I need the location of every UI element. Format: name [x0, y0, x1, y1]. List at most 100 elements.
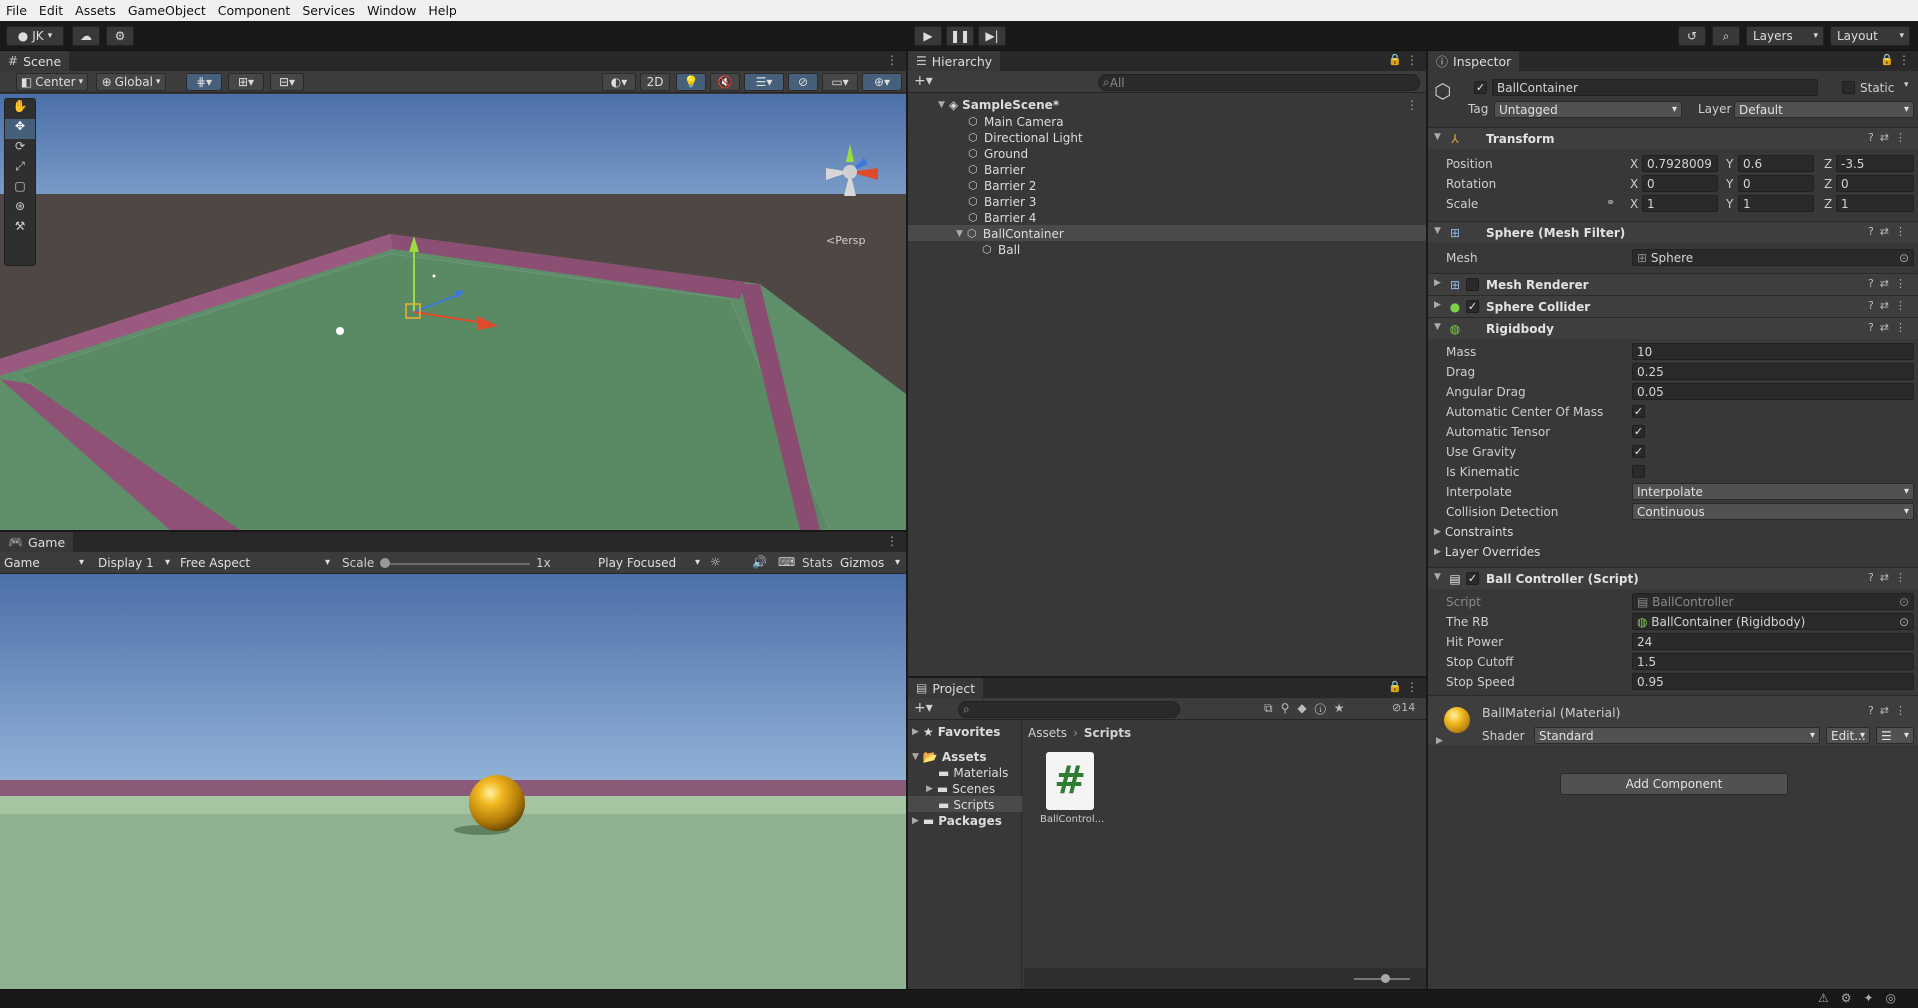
- pause-button[interactable]: ❚❚: [946, 26, 974, 46]
- favorites-item[interactable]: ▶ ★ Favorites: [912, 725, 1000, 739]
- active-checkbox[interactable]: ✓: [1474, 81, 1487, 94]
- lighting-toggle[interactable]: 💡: [676, 73, 706, 91]
- scale-y-input[interactable]: 1: [1738, 195, 1814, 212]
- breadcrumb-scripts[interactable]: Scripts: [1084, 726, 1131, 740]
- scene-viewport[interactable]: <Persp ✋ ✥ ⟳ ⤢ ▢ ⊛ ⚒: [0, 94, 906, 530]
- more-icon[interactable]: ⋮: [1406, 53, 1418, 67]
- scale-slider[interactable]: [384, 563, 530, 565]
- filter-icons[interactable]: ⧉⚲◆ⓘ★: [1264, 701, 1353, 716]
- layer-overrides-foldout[interactable]: ▶ Layer Overrides: [1434, 545, 1540, 559]
- display-dropdown[interactable]: Display 1: [94, 554, 174, 571]
- menu-assets[interactable]: Assets: [69, 3, 122, 18]
- angular-drag-input[interactable]: 0.05: [1632, 383, 1914, 400]
- game-viewport[interactable]: [0, 574, 906, 989]
- hidden-objects-toggle[interactable]: ⊘: [788, 73, 818, 91]
- sphere-collider-header[interactable]: ▶ ● ✓ Sphere Collider ?⇄⋮: [1428, 295, 1918, 317]
- mesh-object-field[interactable]: ⊞ Sphere ⊙: [1632, 249, 1914, 266]
- hierarchy-item-directional-light[interactable]: ⬡ Directional Light: [968, 131, 1083, 145]
- pivot-dropdown[interactable]: ◧ Center ▾: [16, 73, 88, 91]
- audio-toggle[interactable]: 🔇: [710, 73, 740, 91]
- tab-inspector[interactable]: ⓘ Inspector: [1428, 51, 1520, 71]
- position-z-input[interactable]: -3.5: [1836, 155, 1914, 172]
- position-x-input[interactable]: 0.7928009: [1642, 155, 1718, 172]
- rotation-x-input[interactable]: 0: [1642, 175, 1718, 192]
- auto-tensor-checkbox[interactable]: ✓: [1632, 425, 1645, 438]
- layer-dropdown[interactable]: Default: [1734, 101, 1914, 118]
- camera-settings-button[interactable]: ▭▾: [822, 73, 858, 91]
- lock-icon[interactable]: 🔒: [1880, 53, 1894, 66]
- icon-size-slider-handle[interactable]: [1381, 974, 1390, 983]
- status-icons[interactable]: ⚠⚙✦◎: [1818, 991, 1908, 1005]
- stop-speed-input[interactable]: 0.95: [1632, 673, 1914, 690]
- mesh-renderer-header[interactable]: ▶ ⊞ Mesh Renderer ?⇄⋮: [1428, 273, 1918, 295]
- sphere-collider-checkbox[interactable]: ✓: [1466, 300, 1479, 313]
- collision-detection-dropdown[interactable]: Continuous: [1632, 503, 1914, 520]
- static-checkbox[interactable]: [1842, 81, 1855, 94]
- hierarchy-item-ball[interactable]: ⬡ Ball: [982, 243, 1020, 257]
- keyboard-icon[interactable]: ⌨: [778, 555, 795, 569]
- component-icons[interactable]: ?⇄⋮: [1868, 321, 1912, 334]
- link-icon[interactable]: ⚭: [1606, 196, 1615, 209]
- aspect-dropdown[interactable]: Free Aspect: [176, 554, 334, 571]
- ball-controller-header[interactable]: ▼ ▤ ✓ Ball Controller (Script) ?⇄⋮: [1428, 567, 1918, 589]
- transform-tool-button[interactable]: ⊛: [5, 199, 35, 219]
- component-icons[interactable]: ?⇄⋮: [1868, 704, 1912, 717]
- interpolate-dropdown[interactable]: Interpolate: [1632, 483, 1914, 500]
- account-button[interactable]: ● JK ▾: [6, 26, 64, 46]
- mass-input[interactable]: 10: [1632, 343, 1914, 360]
- game-mode-dropdown[interactable]: Game: [0, 554, 88, 571]
- layout-dropdown[interactable]: Layout ▾: [1830, 26, 1910, 46]
- auto-com-checkbox[interactable]: ✓: [1632, 405, 1645, 418]
- hierarchy-item-ground[interactable]: ⬡ Ground: [968, 147, 1028, 161]
- view-tool-button[interactable]: ✋: [5, 99, 35, 119]
- stats-button[interactable]: Stats: [802, 556, 833, 570]
- packages-item[interactable]: ▶ ▬ Packages: [912, 814, 1002, 828]
- folder-scenes[interactable]: ▶ ▬ Scenes: [926, 782, 995, 796]
- shader-options-button[interactable]: ☰: [1876, 727, 1914, 744]
- 2d-toggle[interactable]: 2D: [640, 73, 670, 91]
- add-icon[interactable]: +▾: [914, 73, 933, 89]
- drag-input[interactable]: 0.25: [1632, 363, 1914, 380]
- asset-file-label[interactable]: BallControl...: [1040, 814, 1104, 825]
- csharp-script-icon[interactable]: #: [1046, 752, 1094, 810]
- rigidbody-header[interactable]: ▼ ◍ Rigidbody ?⇄⋮: [1428, 317, 1918, 339]
- component-icons[interactable]: ?⇄⋮: [1868, 299, 1912, 312]
- hierarchy-item-barrier-3[interactable]: ⬡ Barrier 3: [968, 195, 1036, 209]
- component-icons[interactable]: ?⇄⋮: [1868, 131, 1912, 144]
- component-icons[interactable]: ?⇄⋮: [1868, 225, 1912, 238]
- expand-arrow-icon[interactable]: ▶: [1436, 736, 1443, 746]
- the-rb-field[interactable]: ◍ BallContainer (Rigidbody) ⊙: [1632, 613, 1914, 630]
- constraints-foldout[interactable]: ▶ Constraints: [1434, 525, 1513, 539]
- gizmos-dropdown[interactable]: ⊕▾: [862, 73, 902, 91]
- menu-edit[interactable]: Edit: [33, 3, 69, 18]
- scale-z-input[interactable]: 1: [1836, 195, 1914, 212]
- transform-header[interactable]: ▼ ⅄ Transform ?⇄⋮: [1428, 127, 1918, 149]
- menu-help[interactable]: Help: [422, 3, 463, 18]
- bug-icon[interactable]: ☼: [710, 555, 721, 569]
- rotation-z-input[interactable]: 0: [1836, 175, 1914, 192]
- mesh-renderer-checkbox[interactable]: [1466, 278, 1479, 291]
- layers-dropdown[interactable]: Layers ▾: [1746, 26, 1824, 46]
- position-y-input[interactable]: 0.6: [1738, 155, 1814, 172]
- hierarchy-item-ballcontainer[interactable]: ▼ ⬡ BallContainer: [956, 227, 1064, 241]
- ball-controller-checkbox[interactable]: ✓: [1466, 572, 1479, 585]
- folder-materials[interactable]: ▬ Materials: [938, 766, 1008, 780]
- grid-visibility-button[interactable]: ⊟▾: [270, 73, 304, 91]
- play-mode-dropdown[interactable]: Play Focused: [594, 554, 704, 571]
- scene-row[interactable]: ▼ ◈ SampleScene*: [938, 98, 1059, 112]
- mesh-filter-header[interactable]: ▼ ⊞ Sphere (Mesh Filter) ?⇄⋮: [1428, 221, 1918, 243]
- rect-tool-button[interactable]: ▢: [5, 179, 35, 199]
- menu-file[interactable]: File: [0, 3, 33, 18]
- is-kinematic-checkbox[interactable]: [1632, 465, 1645, 478]
- audio-icon[interactable]: 🔊: [752, 555, 767, 569]
- lock-icon[interactable]: 🔒: [1388, 53, 1402, 66]
- folder-scripts[interactable]: ▬ Scripts: [938, 798, 994, 812]
- material-title[interactable]: BallMaterial (Material): [1482, 705, 1620, 720]
- more-icon[interactable]: ⋮: [1406, 680, 1418, 694]
- gizmos-dropdown[interactable]: Gizmos: [836, 554, 904, 571]
- step-button[interactable]: ▶|: [978, 26, 1006, 46]
- tab-scene[interactable]: # Scene: [0, 51, 70, 71]
- hierarchy-search-input[interactable]: ⌕ All: [1098, 74, 1420, 91]
- component-icons[interactable]: ?⇄⋮: [1868, 277, 1912, 290]
- grid-snap-button[interactable]: ⋕▾: [186, 73, 222, 91]
